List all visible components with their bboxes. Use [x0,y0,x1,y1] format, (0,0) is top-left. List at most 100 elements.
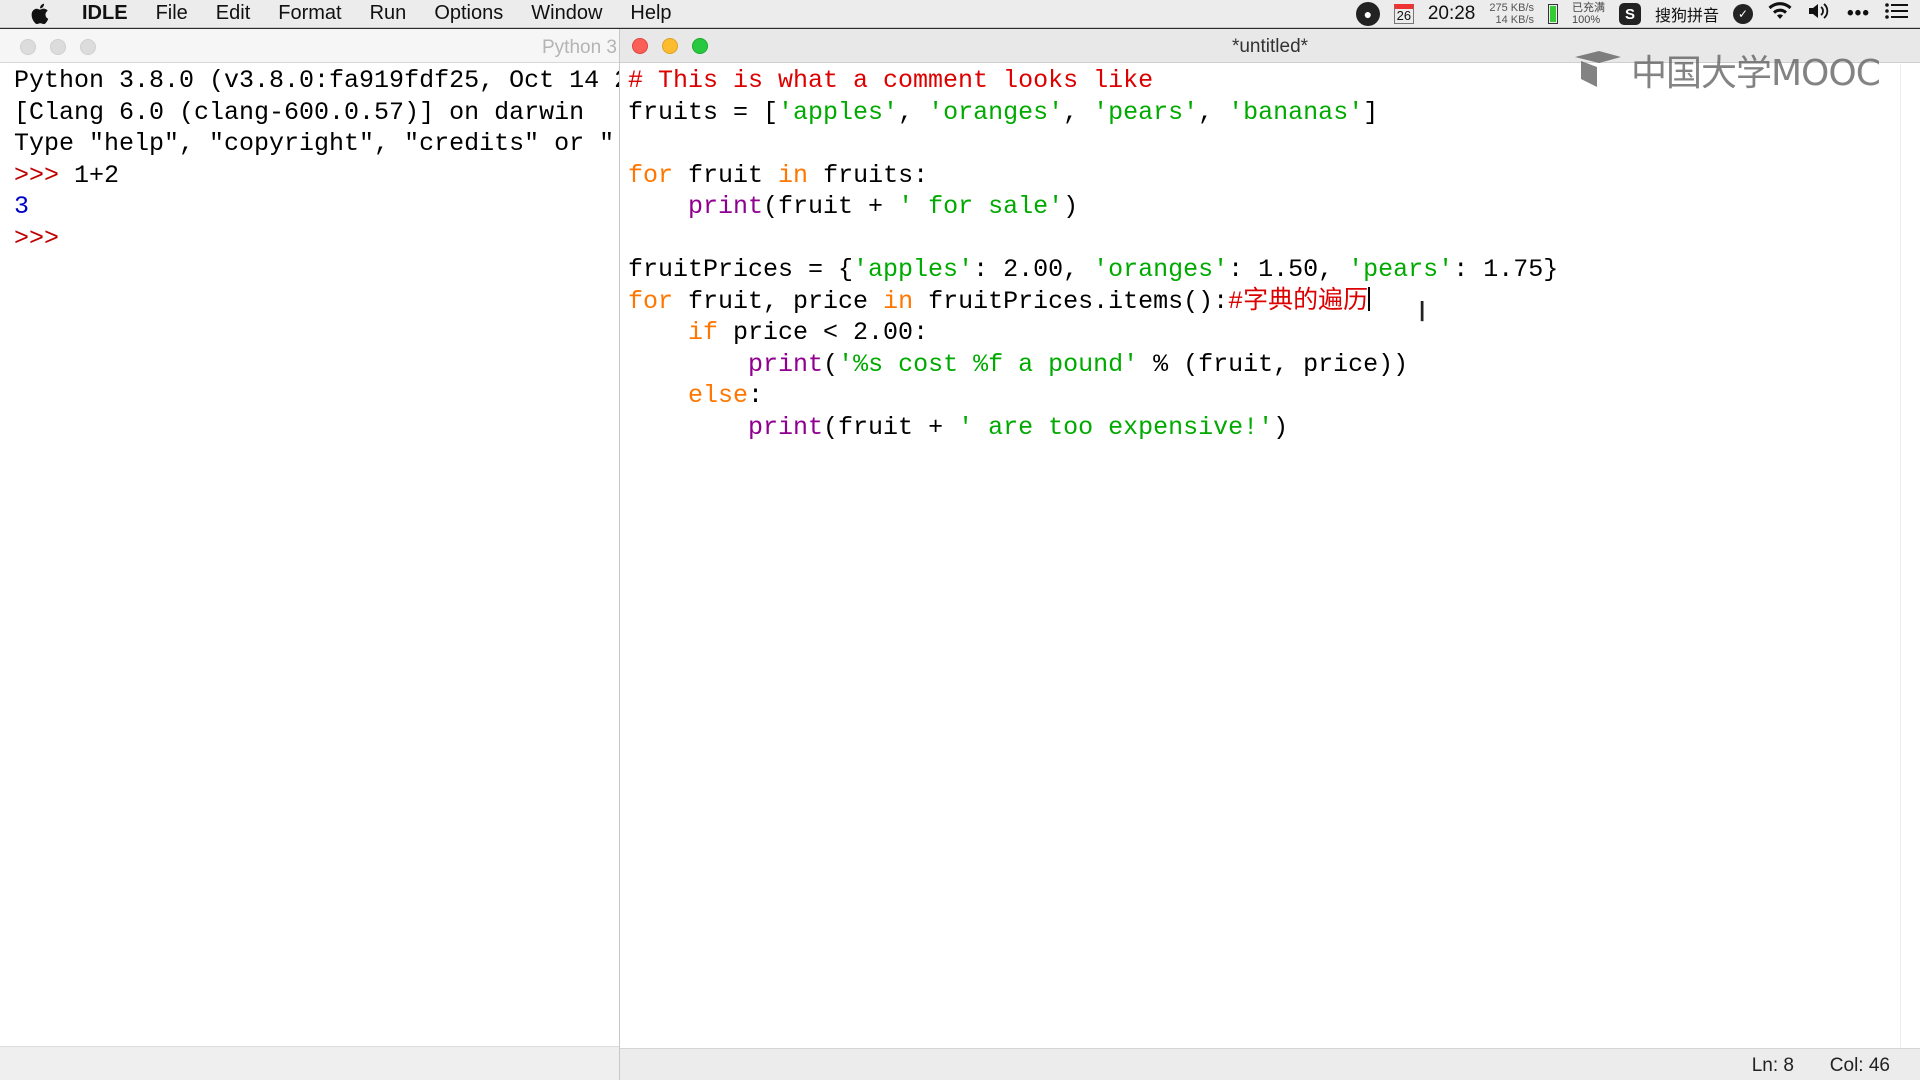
code-token: 'apples' [778,97,899,127]
mouse-ibeam-cursor-icon: I [1418,295,1427,328]
shell-line: Type "help", "copyright", "credits" or " [14,128,620,160]
code-token: (fruit + [823,412,959,442]
code-token: ) [1063,192,1079,221]
code-token: price < 2.00: [718,318,929,347]
code-token: fruitPrices = { [628,255,854,284]
shell-window-controls [20,39,96,55]
menu-help[interactable]: Help [630,2,671,25]
column-number: Col: 46 [1829,1055,1890,1076]
shell-zoom-button[interactable] [80,39,96,55]
code-token: ' for sale' [898,192,1064,221]
code-token: print [688,192,764,221]
ime-label[interactable]: 搜狗拼音 [1655,2,1719,26]
code-token: else [688,381,749,410]
code-line: print('%s cost %f a pound' % (fruit, pri… [628,349,1558,381]
battery-status: 已充满 100% [1572,2,1605,26]
code-token: : 2.00, [973,255,1094,284]
code-token: #字典的遍历 [1228,286,1369,316]
menu-options[interactable]: Options [434,2,503,25]
clock[interactable]: 20:28 [1428,3,1476,25]
menu-app-idle[interactable]: IDLE [82,2,128,25]
code-token: 'pears' [1093,97,1199,127]
code-token: if [688,318,719,347]
code-token: 'oranges' [1093,255,1229,284]
shell-statusbar [0,1046,620,1080]
shell-line: >>> [14,223,620,255]
text-caret [1368,286,1371,311]
status-area: ● 26 20:28 275 KB/s 14 KB/s 已充满 100% S 搜… [1355,0,1910,28]
shell-output[interactable]: Python 3.8.0 (v3.8.0:fa919fdf25, Oct 14 … [14,65,620,254]
code-token: : 1.50, [1228,255,1349,284]
code-line: fruitPrices = {'apples': 2.00, 'oranges'… [628,254,1558,286]
menu-run[interactable]: Run [370,2,407,25]
code-token: ( [823,349,839,379]
code-token: ) [1273,412,1289,442]
code-token: % (fruit, price)) [1138,349,1409,379]
code-line: print(fruit + ' are too expensive!') [628,412,1558,444]
sync-icon[interactable]: ✓ [1733,4,1754,24]
code-token: fruit, price [673,286,884,316]
shell-minimize-button[interactable] [50,39,66,55]
code-token: in [883,286,914,316]
code-token: fruits: [808,160,929,190]
code-token: , [1198,97,1229,127]
menu-file[interactable]: File [156,2,188,25]
code-line: for fruit in fruits: [628,160,1558,192]
battery-icon[interactable] [1548,4,1559,24]
ime-icon[interactable]: S [1619,3,1642,25]
code-token: ] [1363,97,1379,127]
shell-text: Type "help", "copyright", "credits" or " [14,129,615,158]
menu-window[interactable]: Window [531,2,602,25]
code-token: ' are too expensive!' [958,412,1274,442]
shell-text: 1+2 [74,160,120,190]
line-number: Ln: 8 [1751,1055,1794,1076]
watermark-text: 中国大学MOOC [1631,53,1881,94]
shell-text: Python 3.8.0 (v3.8.0:fa919fdf25, Oct 14 … [14,66,620,95]
shell-close-button[interactable] [20,39,36,55]
code-line: fruits = ['apples', 'oranges', 'pears', … [628,97,1558,129]
menu-edit[interactable]: Edit [216,2,250,25]
wifi-icon[interactable] [1767,1,1793,27]
code-token: : [748,381,764,410]
calendar-icon[interactable]: 26 [1393,4,1414,24]
code-line: else: [628,380,1558,412]
code-token: : 1.75} [1453,255,1559,284]
shell-title: Python 3 [542,37,617,58]
code-token: fruit [673,160,779,190]
code-token: print [748,349,824,379]
code-token: for [628,286,674,316]
network-speed: 275 KB/s 14 KB/s [1489,2,1534,26]
recorder-icon[interactable]: ● [1355,2,1380,26]
menu-format[interactable]: Format [278,2,341,25]
apple-icon[interactable] [30,3,56,25]
more-icon[interactable]: ••• [1847,3,1870,25]
shell-line: >>> 1+2 [14,160,620,192]
code-token: # This is what a comment looks like [628,66,1154,95]
code-token: fruits = [ [628,97,779,127]
mooc-watermark: 中国大学MOOC [1573,44,1881,96]
code-token: 'oranges' [928,97,1064,127]
code-token: , [1063,97,1094,127]
editor-window: *untitled* # This is what a comment look… [619,29,1920,1080]
editor-scrollbar[interactable] [1900,64,1920,1048]
menu-bar: IDLE File Edit Format Run Options Window… [0,0,1920,28]
shell-titlebar[interactable]: Python 3 [0,29,620,63]
volume-icon[interactable] [1807,1,1833,27]
code-token: 'apples' [853,255,974,284]
code-token: print [748,412,824,442]
code-token: , [898,97,929,127]
code-token: fruitPrices.items(): [913,286,1229,316]
mooc-logo-icon [1575,51,1621,87]
editor-statusbar: Ln: 8 Col: 46 [620,1048,1920,1080]
notification-list-icon[interactable] [1884,1,1910,27]
code-editor[interactable]: # This is what a comment looks like fruit… [628,65,1558,443]
battery-label: 已充满 [1572,2,1606,14]
code-token: 'pears' [1348,255,1454,284]
